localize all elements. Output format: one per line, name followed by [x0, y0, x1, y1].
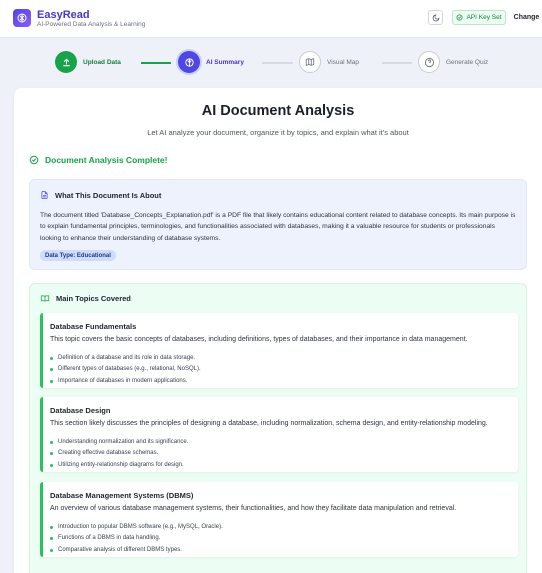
about-heading-label: What This Document Is About	[55, 190, 162, 200]
upload-icon	[55, 51, 77, 73]
topic-description: This section likely discusses the princi…	[50, 420, 488, 427]
topic-point: Definition of a database and its role in…	[50, 353, 201, 364]
topic-card: Database Fundamentals This topic covers …	[40, 313, 518, 388]
topic-point: Comparative analysis of different DBMS t…	[50, 545, 223, 556]
topic-points: Definition of a database and its role in…	[50, 353, 201, 387]
topic-points: Understanding normalization and its sign…	[50, 437, 188, 471]
step-connector	[262, 62, 293, 64]
bullet-icon	[50, 526, 53, 530]
topic-point-text: Utilizing entity-relationship diagrams f…	[58, 461, 184, 468]
topic-point-text: Functions of a DBMS in data handling.	[58, 535, 161, 542]
topic-point-text: Creating effective database schemas.	[58, 450, 159, 457]
step-generate-quiz[interactable]: Generate Quiz	[418, 51, 488, 73]
about-heading: What This Document Is About	[40, 190, 161, 200]
topic-point-text: Definition of a database and its role in…	[58, 355, 196, 361]
step-connector	[382, 62, 412, 64]
book-open-icon	[40, 295, 50, 302]
step-label: AI Summary	[206, 58, 244, 66]
topic-title: Database Management Systems (DBMS)	[50, 491, 194, 500]
step-ai-summary[interactable]: AI Summary	[178, 51, 244, 73]
api-key-status-button[interactable]: API Key Set	[452, 10, 506, 25]
step-label: Generate Quiz	[446, 58, 489, 66]
progress-stepper: Upload Data AI Summary Visual Map Genera…	[0, 38, 542, 86]
bullet-icon	[50, 441, 53, 445]
topic-card: Database Management Systems (DBMS) An ov…	[40, 482, 518, 557]
bullet-icon	[50, 537, 53, 541]
topic-point-text: Different types of databases (e.g., rela…	[58, 366, 201, 373]
topic-point: Introduction to popular DBMS software (e…	[50, 522, 223, 533]
app-tagline: AI-Powered Data Analysis & Learning	[37, 21, 146, 28]
topic-title: Database Fundamentals	[50, 322, 137, 331]
topic-point-text: Importance of databases in modern applic…	[58, 377, 188, 384]
topic-description: This topic covers the basic concepts of …	[50, 336, 468, 343]
step-label: Upload Data	[83, 58, 121, 66]
bullet-icon	[50, 368, 53, 372]
topic-point-text: Introduction to popular DBMS software (e…	[58, 524, 223, 530]
theme-toggle-button[interactable]	[428, 10, 443, 25]
topic-point: Creating effective database schemas.	[50, 448, 188, 459]
step-label: Visual Map	[327, 58, 360, 66]
complete-label: Document Analysis Complete!	[45, 155, 168, 165]
page-title: AI Document Analysis	[201, 103, 355, 119]
topic-point: Importance of databases in modern applic…	[50, 376, 201, 387]
brain-icon	[178, 51, 200, 73]
topic-card: Database Design This section likely disc…	[40, 397, 518, 472]
topics-heading-label: Main Topics Covered	[56, 294, 131, 303]
topic-point-text: Understanding normalization and its sign…	[58, 439, 189, 445]
document-about-panel: What This Document Is About The document…	[29, 179, 527, 270]
change-api-key-button[interactable]: Change	[511, 10, 542, 25]
topic-title: Database Design	[50, 406, 111, 415]
document-icon	[41, 191, 48, 199]
check-circle-icon	[456, 14, 463, 21]
app-name: EasyRead	[37, 9, 90, 21]
topics-panel: Main Topics Covered Database Fundamental…	[29, 283, 527, 573]
topic-point: Understanding normalization and its sign…	[50, 437, 188, 448]
bullet-icon	[50, 452, 53, 456]
topic-point: Utilizing entity-relationship diagrams f…	[50, 460, 188, 471]
topic-points: Introduction to popular DBMS software (e…	[50, 522, 223, 556]
moon-icon	[432, 14, 439, 21]
bullet-icon	[50, 379, 53, 383]
api-key-label: API Key Set	[466, 14, 502, 21]
page-subtitle: Let AI analyze your document, organize i…	[147, 128, 409, 137]
topic-point: Different types of databases (e.g., rela…	[50, 364, 201, 375]
check-circle-icon	[29, 155, 39, 165]
topics-heading: Main Topics Covered	[40, 294, 131, 303]
help-circle-icon	[418, 51, 440, 73]
step-visual-map[interactable]: Visual Map	[299, 51, 359, 73]
step-upload-data[interactable]: Upload Data	[55, 51, 121, 73]
step-connector	[141, 62, 171, 64]
bullet-icon	[50, 548, 53, 552]
app-header: EasyRead AI-Powered Data Analysis & Lear…	[0, 0, 542, 38]
about-description: The document titled 'Database_Concepts_E…	[40, 212, 516, 242]
data-type-badge: Data Type: Educational	[40, 250, 116, 261]
map-icon	[299, 51, 321, 73]
brain-icon[interactable]	[13, 9, 31, 27]
bullet-icon	[50, 463, 53, 467]
topic-point-text: Comparative analysis of different DBMS t…	[58, 546, 182, 553]
bullet-icon	[50, 357, 53, 361]
topic-point: Functions of a DBMS in data handling.	[50, 533, 223, 544]
topic-description: An overview of various database manageme…	[50, 505, 457, 512]
analysis-card: AI Document Analysis Let AI analyze your…	[14, 88, 542, 573]
analysis-complete-status: Document Analysis Complete!	[29, 155, 168, 165]
